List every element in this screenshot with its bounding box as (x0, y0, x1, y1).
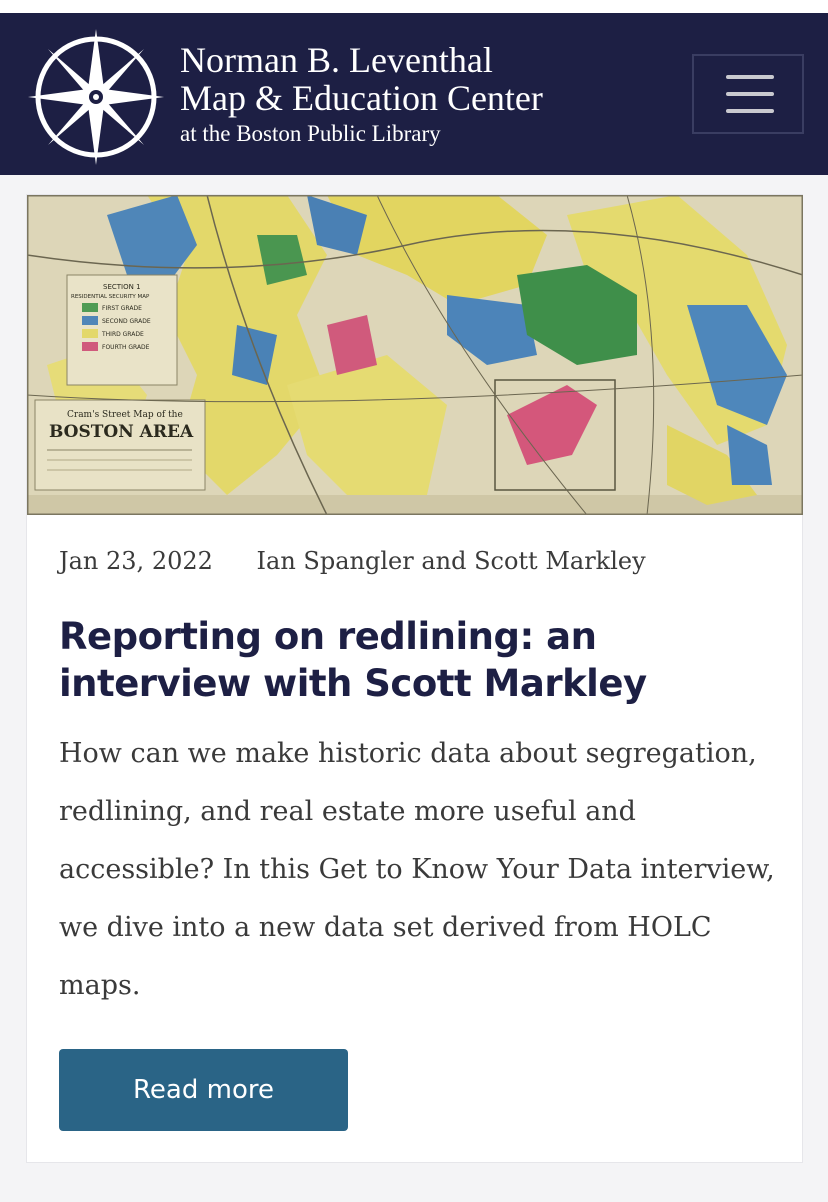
map-kind-label: RESIDENTIAL SECURITY MAP (71, 294, 150, 300)
map-title-small: Cram's Street Map of the (67, 410, 183, 420)
map-section-label: SECTION 1 (103, 283, 141, 291)
site-header: Norman B. Leventhal Map & Education Cent… (0, 13, 828, 175)
article-excerpt: How can we make historic data about segr… (59, 738, 775, 1001)
hamburger-menu-button[interactable] (692, 54, 804, 134)
org-name-line1: Norman B. Leventhal (180, 40, 493, 80)
org-name-line3: at the Boston Public Library (180, 121, 441, 146)
article-authors: Ian Spangler and Scott Markley (256, 547, 646, 575)
article-image-redlining-map[interactable]: SECTION 1 RESIDENTIAL SECURITY MAP FIRST… (27, 195, 803, 515)
compass-rose-logo-icon[interactable] (26, 27, 166, 167)
article-card: SECTION 1 RESIDENTIAL SECURITY MAP FIRST… (26, 194, 803, 1163)
org-name-line2: Map & Education Center (180, 78, 543, 118)
legend-first-grade: FIRST GRADE (102, 305, 142, 312)
legend-third-grade: THIRD GRADE (101, 331, 144, 338)
legend-fourth-grade: FOURTH GRADE (102, 344, 150, 351)
article-meta: Jan 23, 2022 Ian Spangler and Scott Mark… (59, 547, 646, 575)
article-date: Jan 23, 2022 (59, 547, 213, 575)
legend-second-grade: SECOND GRADE (102, 318, 151, 325)
article-title[interactable]: Reporting on redlining: an interview wit… (59, 613, 759, 707)
map-title-big: BOSTON AREA (49, 422, 194, 442)
read-more-button[interactable]: Read more (59, 1049, 348, 1131)
organization-name[interactable]: Norman B. Leventhal Map & Education Cent… (180, 41, 543, 149)
top-strip (0, 0, 828, 13)
